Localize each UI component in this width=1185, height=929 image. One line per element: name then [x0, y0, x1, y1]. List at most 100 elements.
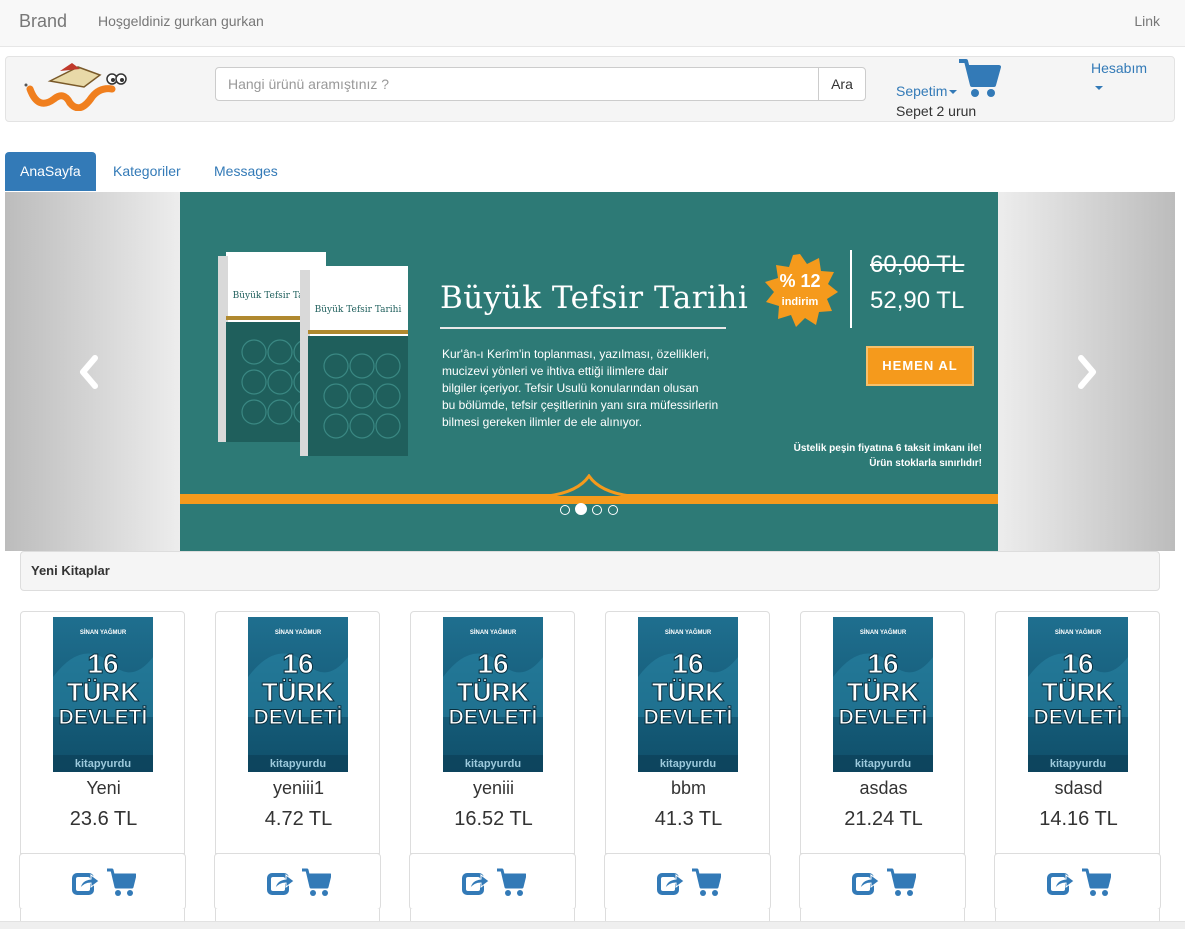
book-cover-image[interactable]: SİNAN YAĞMUR 16 TÜRK DEVLETİ kitapyurdu: [248, 617, 348, 772]
discount-label: indirim: [781, 296, 819, 308]
product-price: 16.52 TL: [454, 808, 533, 830]
caret-down-icon[interactable]: [1095, 86, 1103, 90]
cover-author: SİNAN YAĞMUR: [665, 628, 712, 636]
search-input[interactable]: [215, 67, 819, 101]
product-card-body[interactable]: SİNAN YAĞMUR 16 TÜRK DEVLETİ kitapyurdu …: [410, 611, 575, 854]
product-name[interactable]: yeniii1: [216, 778, 381, 799]
cover-publisher: kitapyurdu: [270, 758, 326, 770]
cover-line-2: TÜRK: [457, 677, 529, 707]
product-card-body[interactable]: SİNAN YAĞMUR 16 TÜRK DEVLETİ kitapyurdu …: [995, 611, 1160, 854]
installment-note: Üstelik peşin fiyatına 6 taksit imkanı i…: [793, 443, 982, 469]
product-actions: [799, 853, 966, 910]
share-square-icon[interactable]: [265, 867, 295, 897]
share-square-icon[interactable]: [1045, 867, 1075, 897]
product-card: SİNAN YAĞMUR 16 TÜRK DEVLETİ kitapyurdu …: [604, 611, 771, 929]
product-price: 21.24 TL: [844, 808, 923, 830]
share-square-icon[interactable]: [70, 867, 100, 897]
account-dropdown[interactable]: Hesabım: [1091, 60, 1147, 76]
chevron-right-icon[interactable]: [1071, 354, 1101, 390]
cart-label: Sepetim: [896, 83, 948, 99]
hero-carousel: Büyük Tefsir Tarihi Büyük Tefsir Tarihi …: [5, 192, 1175, 551]
title-underline: [440, 327, 726, 329]
cover-line-1: 16: [672, 648, 703, 679]
shopping-cart-icon[interactable]: [301, 867, 331, 897]
product-price: 14.16 TL: [1039, 808, 1118, 830]
header-panel: Ara Sepetim Sepet 2 urun Hesabım: [5, 56, 1175, 122]
product-card: SİNAN YAĞMUR 16 TÜRK DEVLETİ kitapyurdu …: [409, 611, 576, 929]
cover-line-3: DEVLETİ: [1034, 706, 1123, 729]
product-card-body[interactable]: SİNAN YAĞMUR 16 TÜRK DEVLETİ kitapyurdu …: [800, 611, 965, 854]
shopping-cart-icon[interactable]: [106, 867, 136, 897]
cover-line-3: DEVLETİ: [254, 706, 343, 729]
book-volume-1-image: Büyük Tefsir Tarihi: [300, 266, 408, 456]
shopping-cart-icon[interactable]: [1081, 867, 1111, 897]
product-actions: [409, 853, 576, 910]
carousel-indicator-active[interactable]: [575, 503, 587, 515]
shopping-cart-icon[interactable]: [957, 57, 1001, 99]
cover-line-2: TÜRK: [652, 677, 724, 707]
top-navbar: Brand Hoşgeldiniz gurkan gurkan Link: [0, 0, 1185, 47]
book-cover-image[interactable]: SİNAN YAĞMUR 16 TÜRK DEVLETİ kitapyurdu: [638, 617, 738, 772]
share-square-icon[interactable]: [850, 867, 880, 897]
carousel-indicator[interactable]: [608, 505, 618, 515]
book-cover-image[interactable]: SİNAN YAĞMUR 16 TÜRK DEVLETİ kitapyurdu: [53, 617, 153, 772]
product-actions: [994, 853, 1161, 910]
product-actions: [19, 853, 186, 910]
cart-count-text: Sepet 2 urun: [896, 103, 977, 119]
product-name[interactable]: sdasd: [996, 778, 1161, 799]
cover-line-1: 16: [282, 648, 313, 679]
cart-dropdown[interactable]: Sepetim: [896, 83, 958, 99]
cover-line-3: DEVLETİ: [59, 706, 148, 729]
product-card-body[interactable]: SİNAN YAĞMUR 16 TÜRK DEVLETİ kitapyurdu …: [20, 611, 185, 854]
product-card: SİNAN YAĞMUR 16 TÜRK DEVLETİ kitapyurdu …: [799, 611, 966, 929]
product-card-body[interactable]: SİNAN YAĞMUR 16 TÜRK DEVLETİ kitapyurdu …: [605, 611, 770, 854]
product-card-body[interactable]: SİNAN YAĞMUR 16 TÜRK DEVLETİ kitapyurdu …: [215, 611, 380, 854]
book-cover-image[interactable]: SİNAN YAĞMUR 16 TÜRK DEVLETİ kitapyurdu: [443, 617, 543, 772]
search-button[interactable]: Ara: [818, 67, 866, 101]
page-bottom-edge: [0, 921, 1185, 929]
ornament-ribbon: [180, 474, 998, 504]
product-price: 23.6 TL: [69, 808, 138, 830]
cover-line-3: DEVLETİ: [839, 706, 928, 729]
cover-line-1: 16: [867, 648, 898, 679]
cover-author: SİNAN YAĞMUR: [470, 628, 517, 636]
product-name[interactable]: yeniii: [411, 778, 576, 799]
product-price: 4.72 TL: [264, 808, 333, 830]
tab-kategoriler[interactable]: Kategoriler: [113, 152, 181, 191]
carousel-slide[interactable]: Büyük Tefsir Tarihi Büyük Tefsir Tarihi …: [180, 192, 998, 551]
cover-publisher: kitapyurdu: [465, 758, 521, 770]
shopping-cart-icon[interactable]: [691, 867, 721, 897]
logo-icon[interactable]: [20, 59, 130, 111]
tab-anasayfa[interactable]: AnaSayfa: [5, 152, 96, 191]
cover-publisher: kitapyurdu: [660, 758, 716, 770]
chevron-left-icon[interactable]: [75, 354, 105, 390]
product-name[interactable]: asdas: [801, 778, 966, 799]
product-price: 41.3 TL: [654, 808, 723, 830]
cover-line-1: 16: [1062, 648, 1093, 679]
product-actions: [604, 853, 771, 910]
brand-link[interactable]: Brand: [19, 11, 67, 32]
buy-now-button[interactable]: HEMEN AL: [866, 346, 974, 386]
shopping-cart-icon[interactable]: [886, 867, 916, 897]
cover-line-3: DEVLETİ: [644, 706, 733, 729]
price-divider: [850, 250, 852, 328]
discount-percent: % 12: [779, 271, 821, 291]
shopping-cart-icon[interactable]: [496, 867, 526, 897]
tab-messages[interactable]: Messages: [214, 152, 278, 191]
new-books-heading-panel: Yeni Kitaplar: [20, 551, 1160, 591]
book-cover-image[interactable]: SİNAN YAĞMUR 16 TÜRK DEVLETİ kitapyurdu: [1028, 617, 1128, 772]
cover-line-1: 16: [87, 648, 118, 679]
cover-line-3: DEVLETİ: [449, 706, 538, 729]
new-price: 52,90 TL: [870, 287, 965, 314]
product-name[interactable]: bbm: [606, 778, 771, 799]
carousel-indicator[interactable]: [592, 505, 602, 515]
section-title: Yeni Kitaplar: [31, 563, 110, 578]
carousel-indicator[interactable]: [560, 505, 570, 515]
product-name[interactable]: Yeni: [21, 778, 186, 799]
cover-line-2: TÜRK: [1042, 677, 1114, 707]
share-square-icon[interactable]: [655, 867, 685, 897]
book-cover-image[interactable]: SİNAN YAĞMUR 16 TÜRK DEVLETİ kitapyurdu: [833, 617, 933, 772]
nav-link[interactable]: Link: [1134, 13, 1160, 29]
share-square-icon[interactable]: [460, 867, 490, 897]
book-cover-title: Büyük Tefsir Tarihi: [315, 305, 402, 315]
